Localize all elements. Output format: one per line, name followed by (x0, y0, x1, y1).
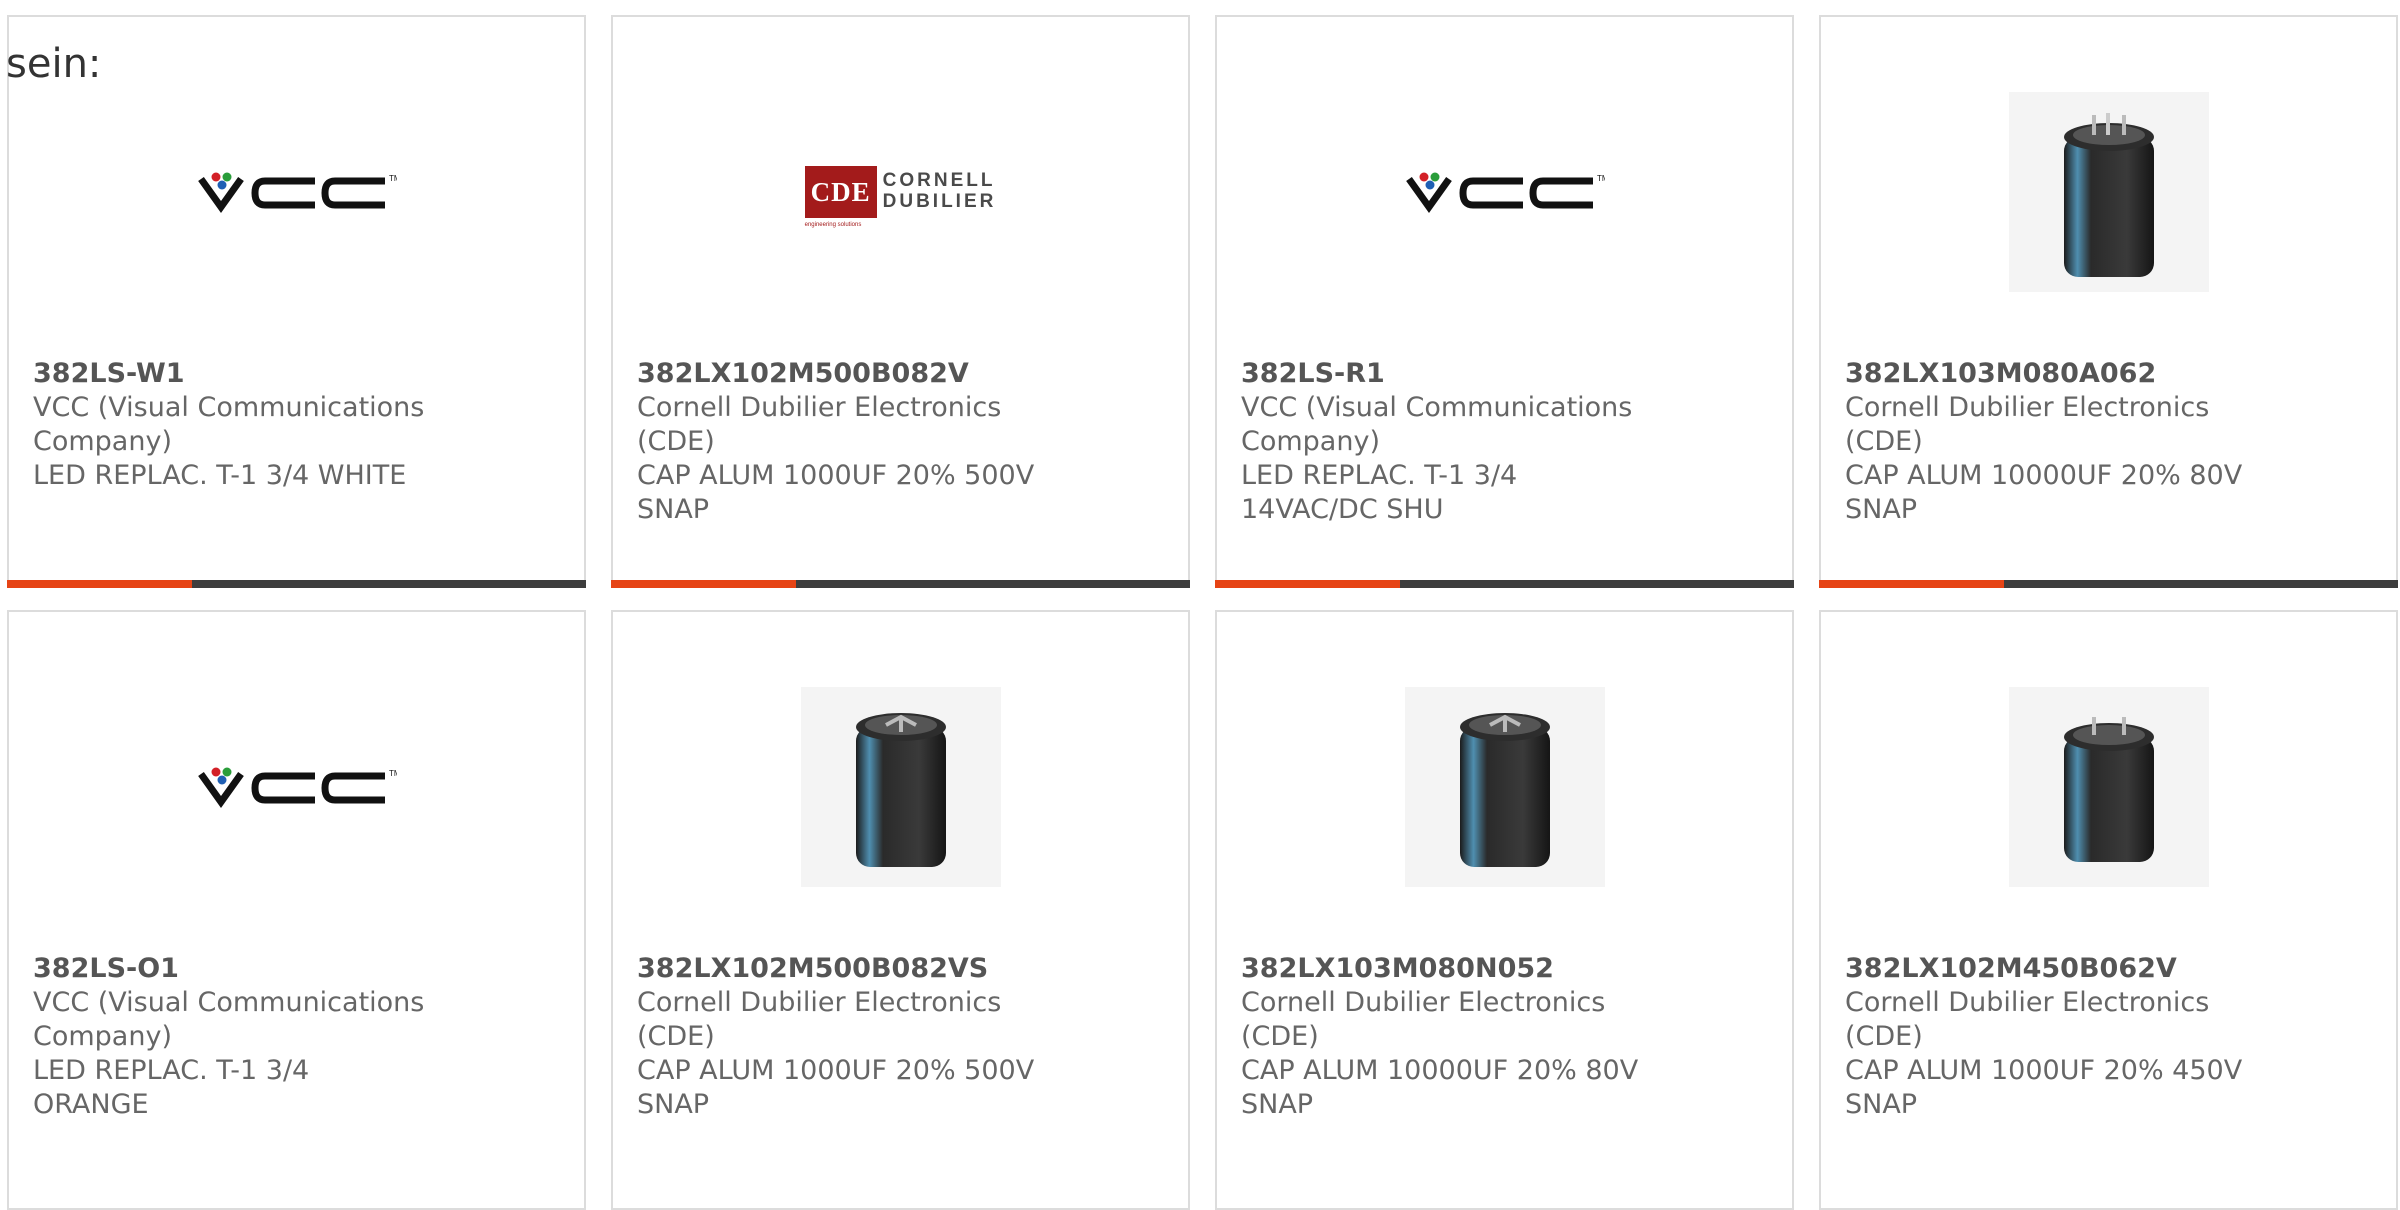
product-card[interactable]: 382LX103M080A062 Cornell Dubilier Electr… (1819, 15, 2398, 588)
svg-text:TM: TM (389, 174, 397, 183)
product-card[interactable]: TM 382LS-R1 VCC (Visual Communications C… (1215, 15, 1794, 588)
manufacturer: VCC (Visual Communications Company) (33, 987, 425, 1052)
card-progress-bar (611, 580, 1190, 588)
card-progress-fill (1215, 580, 1401, 588)
card-progress-bar (1819, 580, 2398, 588)
cde-tagline: engineering solutions (804, 222, 862, 228)
cde-logo: CDE engineering solutions CORNELL DUBILI… (804, 166, 997, 228)
product-image (613, 682, 1188, 892)
intro-text: sein: (6, 41, 102, 87)
product-card[interactable]: CDE engineering solutions CORNELL DUBILI… (611, 15, 1190, 588)
manufacturer: Cornell Dubilier Electronics (CDE) (637, 987, 1002, 1052)
description: LED REPLAC. T-1 3/4 WHITE (33, 460, 407, 491)
manufacturer: Cornell Dubilier Electronics (CDE) (1845, 987, 2210, 1052)
part-number[interactable]: 382LX103M080A062 (1845, 357, 2372, 391)
product-card[interactable]: 382LX102M450B062V Cornell Dubilier Elect… (1819, 610, 2398, 1210)
manufacturer: VCC (Visual Communications Company) (1241, 392, 1633, 457)
description: CAP ALUM 1000UF 20% 500V SNAP (637, 460, 1035, 525)
manufacturer: Cornell Dubilier Electronics (CDE) (1845, 392, 2210, 457)
product-card[interactable]: TM 382LS-O1 VCC (Visual Communications C… (7, 610, 586, 1210)
card-progress-fill (7, 580, 193, 588)
product-card[interactable]: 382LX102M500B082VS Cornell Dubilier Elec… (611, 610, 1190, 1210)
vcc-logo: TM (1405, 172, 1605, 214)
card-progress-fill (611, 580, 797, 588)
product-grid: TM 382LS-W1 VCC (Visual Communications C… (7, 15, 2400, 1210)
capacitor-photo (800, 687, 1001, 887)
description: LED REPLAC. T-1 3/4 ORANGE (33, 1055, 310, 1120)
part-number[interactable]: 382LX103M080N052 (1241, 952, 1768, 986)
svg-text:TM: TM (1597, 174, 1605, 183)
capacitor-photo (2008, 92, 2209, 292)
product-card[interactable]: TM 382LS-W1 VCC (Visual Communications C… (7, 15, 586, 588)
card-progress-bar (1215, 580, 1794, 588)
cde-logo-text: CDE (810, 176, 871, 207)
card-progress-bar (7, 580, 586, 588)
product-image (1821, 87, 2396, 297)
product-image (1217, 682, 1792, 892)
cde-name-line1: CORNELL (882, 170, 996, 191)
description: CAP ALUM 10000UF 20% 80V SNAP (1241, 1055, 1639, 1120)
part-number[interactable]: 382LS-O1 (33, 952, 560, 986)
capacitor-photo (1404, 687, 1605, 887)
description: CAP ALUM 1000UF 20% 450V SNAP (1845, 1055, 2243, 1120)
cde-logo-box: CDE engineering solutions (804, 166, 877, 228)
part-number[interactable]: 382LX102M500B082V (637, 357, 1164, 391)
part-number[interactable]: 382LX102M500B082VS (637, 952, 1164, 986)
capacitor-photo (2008, 687, 2209, 887)
product-image: TM (1217, 87, 1792, 297)
cde-name-line2: DUBILIER (882, 191, 997, 212)
description: CAP ALUM 10000UF 20% 80V SNAP (1845, 460, 2243, 525)
svg-text:TM: TM (389, 769, 397, 778)
description: LED REPLAC. T-1 3/4 14VAC/DC SHU (1241, 460, 1518, 525)
product-image: CDE engineering solutions CORNELL DUBILI… (613, 87, 1188, 297)
manufacturer: VCC (Visual Communications Company) (33, 392, 425, 457)
part-number[interactable]: 382LX102M450B062V (1845, 952, 2372, 986)
product-image (1821, 682, 2396, 892)
product-image: TM (9, 682, 584, 892)
vcc-logo: TM (197, 767, 397, 809)
manufacturer: Cornell Dubilier Electronics (CDE) (1241, 987, 1606, 1052)
card-progress-fill (1819, 580, 2005, 588)
product-image: TM (9, 87, 584, 297)
part-number[interactable]: 382LS-W1 (33, 357, 560, 391)
vcc-logo: TM (197, 172, 397, 214)
manufacturer: Cornell Dubilier Electronics (CDE) (637, 392, 1002, 457)
part-number[interactable]: 382LS-R1 (1241, 357, 1768, 391)
description: CAP ALUM 1000UF 20% 500V SNAP (637, 1055, 1035, 1120)
product-card[interactable]: 382LX103M080N052 Cornell Dubilier Electr… (1215, 610, 1794, 1210)
